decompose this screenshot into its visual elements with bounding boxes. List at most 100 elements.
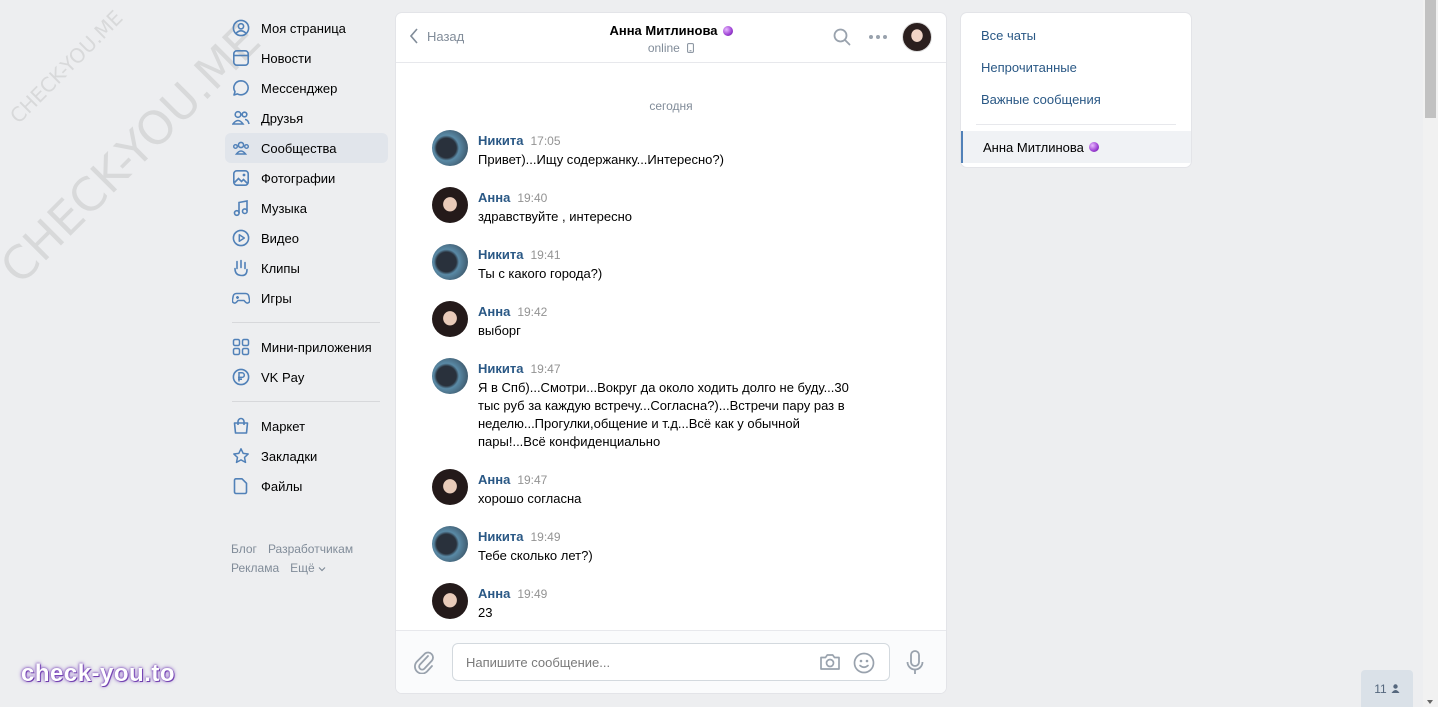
page-scrollbar[interactable] [1423, 0, 1438, 707]
crystal-ball-emoji-icon [722, 26, 733, 36]
brand-watermark: check-you.to [21, 660, 176, 687]
friends-icon [232, 109, 250, 127]
filter-important[interactable]: Важные сообщения [961, 83, 1191, 115]
nav-item-label: Маркет [261, 418, 306, 434]
peer-avatar[interactable] [902, 22, 932, 52]
message-list: сегодня Никита 17:05 Привет)...Ищу содержа… [396, 63, 946, 622]
author-avatar[interactable] [432, 526, 468, 562]
nav-item-news[interactable]: Новости [225, 43, 388, 73]
author-avatar[interactable] [432, 301, 468, 337]
nav-item-file[interactable]: Файлы [225, 471, 388, 501]
nav-item-label: Видео [261, 230, 299, 246]
nav-item-music[interactable]: Музыка [225, 193, 388, 223]
nav-item-label: Мессенджер [261, 80, 338, 96]
nav-item-market[interactable]: Маркет [225, 411, 388, 441]
message-author[interactable]: Никита [478, 361, 523, 376]
message-author[interactable]: Анна [478, 304, 510, 319]
peer-status: online [647, 41, 680, 55]
paperclip-icon[interactable] [413, 650, 435, 677]
message-body: Анна 19:40 здравствуйте , интересно [478, 187, 632, 226]
scroll-down-arrow-icon[interactable] [1427, 700, 1433, 704]
message-author[interactable]: Никита [478, 529, 523, 544]
filter-all-chats[interactable]: Все чаты [961, 19, 1191, 51]
message-body: Никита 19:49 Тебе сколько лет?) [478, 526, 593, 565]
filter-unread-label: Непрочитанные [981, 59, 1077, 75]
message-author[interactable]: Никита [478, 247, 523, 262]
nav-item-gamepad[interactable]: Игры [225, 283, 388, 313]
message-row: Никита 19:49 Тебе сколько лет?) [432, 526, 946, 565]
active-chat-tab[interactable]: Анна Митлинова [961, 131, 1191, 163]
author-avatar[interactable] [432, 244, 468, 280]
message-composer [396, 630, 946, 693]
filter-all-chats-label: Все чаты [981, 27, 1037, 43]
nav-item-message[interactable]: Мессенджер [225, 73, 388, 103]
online-count: 11 [1374, 681, 1387, 696]
author-avatar[interactable] [432, 358, 468, 394]
nav-item-label: Клипы [261, 260, 300, 276]
person-icon [1391, 684, 1400, 693]
message-author[interactable]: Анна [478, 586, 510, 601]
nav-item-label: Сообщества [261, 140, 337, 156]
message-body: Анна 19:49 23 [478, 583, 547, 622]
message-text: выборг [478, 323, 521, 338]
footer-dev-link[interactable]: Разработчикам [268, 542, 353, 556]
message-time: 19:42 [517, 305, 548, 319]
message-row: Никита 19:41 Ты с какого города?) [432, 244, 946, 283]
photo-icon [232, 169, 250, 187]
message-author[interactable]: Анна [478, 190, 510, 205]
footer-more-link[interactable]: Ещё [290, 561, 326, 575]
mobile-phone-icon [687, 43, 695, 53]
nav-item-label: Мини-приложения [261, 339, 372, 355]
nav-item-label: VK Pay [261, 369, 305, 385]
author-avatar[interactable] [432, 187, 468, 223]
message-input[interactable] [453, 644, 793, 680]
nav-item-user-circle[interactable]: Моя страница [225, 13, 388, 43]
camera-icon[interactable] [819, 652, 841, 677]
message-time: 19:40 [517, 191, 548, 205]
nav-item-communities[interactable]: Сообщества [225, 133, 388, 163]
left-navigation: Моя страница Новости Мессенджер Друзья Сообщ… [225, 13, 388, 578]
nav-item-apps[interactable]: Мини-приложения [225, 332, 388, 362]
nav-item-video[interactable]: Видео [225, 223, 388, 253]
watermark-small: CHECK-YOU.ME [5, 5, 128, 129]
smile-icon[interactable] [853, 652, 875, 677]
vkpay-icon [232, 368, 250, 386]
chat-header: Назад Анна Митлинова online [396, 13, 946, 63]
nav-item-star[interactable]: Закладки [225, 441, 388, 471]
nav-item-vkpay[interactable]: VK Pay [225, 362, 388, 392]
message-text: здравствуйте , интересно [478, 209, 633, 224]
filter-unread[interactable]: Непрочитанные [961, 51, 1191, 83]
search-icon[interactable] [830, 25, 854, 49]
footer-ads-link[interactable]: Реклама [231, 561, 279, 575]
message-row: Никита 17:05 Привет)...Ищу содержанку...Ин… [432, 130, 946, 169]
communities-icon [232, 139, 250, 157]
message-text: 23 [478, 605, 493, 620]
online-friends-counter[interactable]: 11 [1361, 670, 1413, 707]
chat-window: Назад Анна Митлинова online сегодня Ники… [396, 13, 946, 693]
message-author[interactable]: Никита [478, 133, 523, 148]
message-body: Никита 19:41 Ты с какого города?) [478, 244, 602, 283]
user-circle-icon [232, 19, 250, 37]
message-row: Анна 19:49 23 [432, 583, 946, 622]
nav-footer: Блог Разработчикам Реклама Ещё [225, 540, 388, 578]
author-avatar[interactable] [432, 130, 468, 166]
nav-item-photo[interactable]: Фотографии [225, 163, 388, 193]
message-text: Я в Спб)...Смотри...Вокруг да около ходи… [478, 380, 849, 449]
scrollbar-thumb[interactable] [1425, 0, 1436, 118]
message-body: Никита 17:05 Привет)...Ищу содержанку...Ин… [478, 130, 724, 169]
footer-blog-link[interactable]: Блог [231, 542, 257, 556]
nav-item-label: Музыка [261, 200, 307, 216]
nav-item-label: Игры [261, 290, 292, 306]
message-author[interactable]: Анна [478, 472, 510, 487]
author-avatar[interactable] [432, 583, 468, 619]
message-text: Тебе сколько лет?) [478, 548, 593, 563]
panel-divider [976, 124, 1176, 125]
nav-item-clips[interactable]: Клипы [225, 253, 388, 283]
nav-item-friends[interactable]: Друзья [225, 103, 388, 133]
author-avatar[interactable] [432, 469, 468, 505]
microphone-icon[interactable] [906, 650, 924, 679]
nav-item-label: Фотографии [261, 170, 336, 186]
more-dots-icon[interactable] [866, 25, 890, 49]
apps-icon [232, 338, 250, 356]
peer-name: Анна Митлинова [609, 23, 718, 38]
